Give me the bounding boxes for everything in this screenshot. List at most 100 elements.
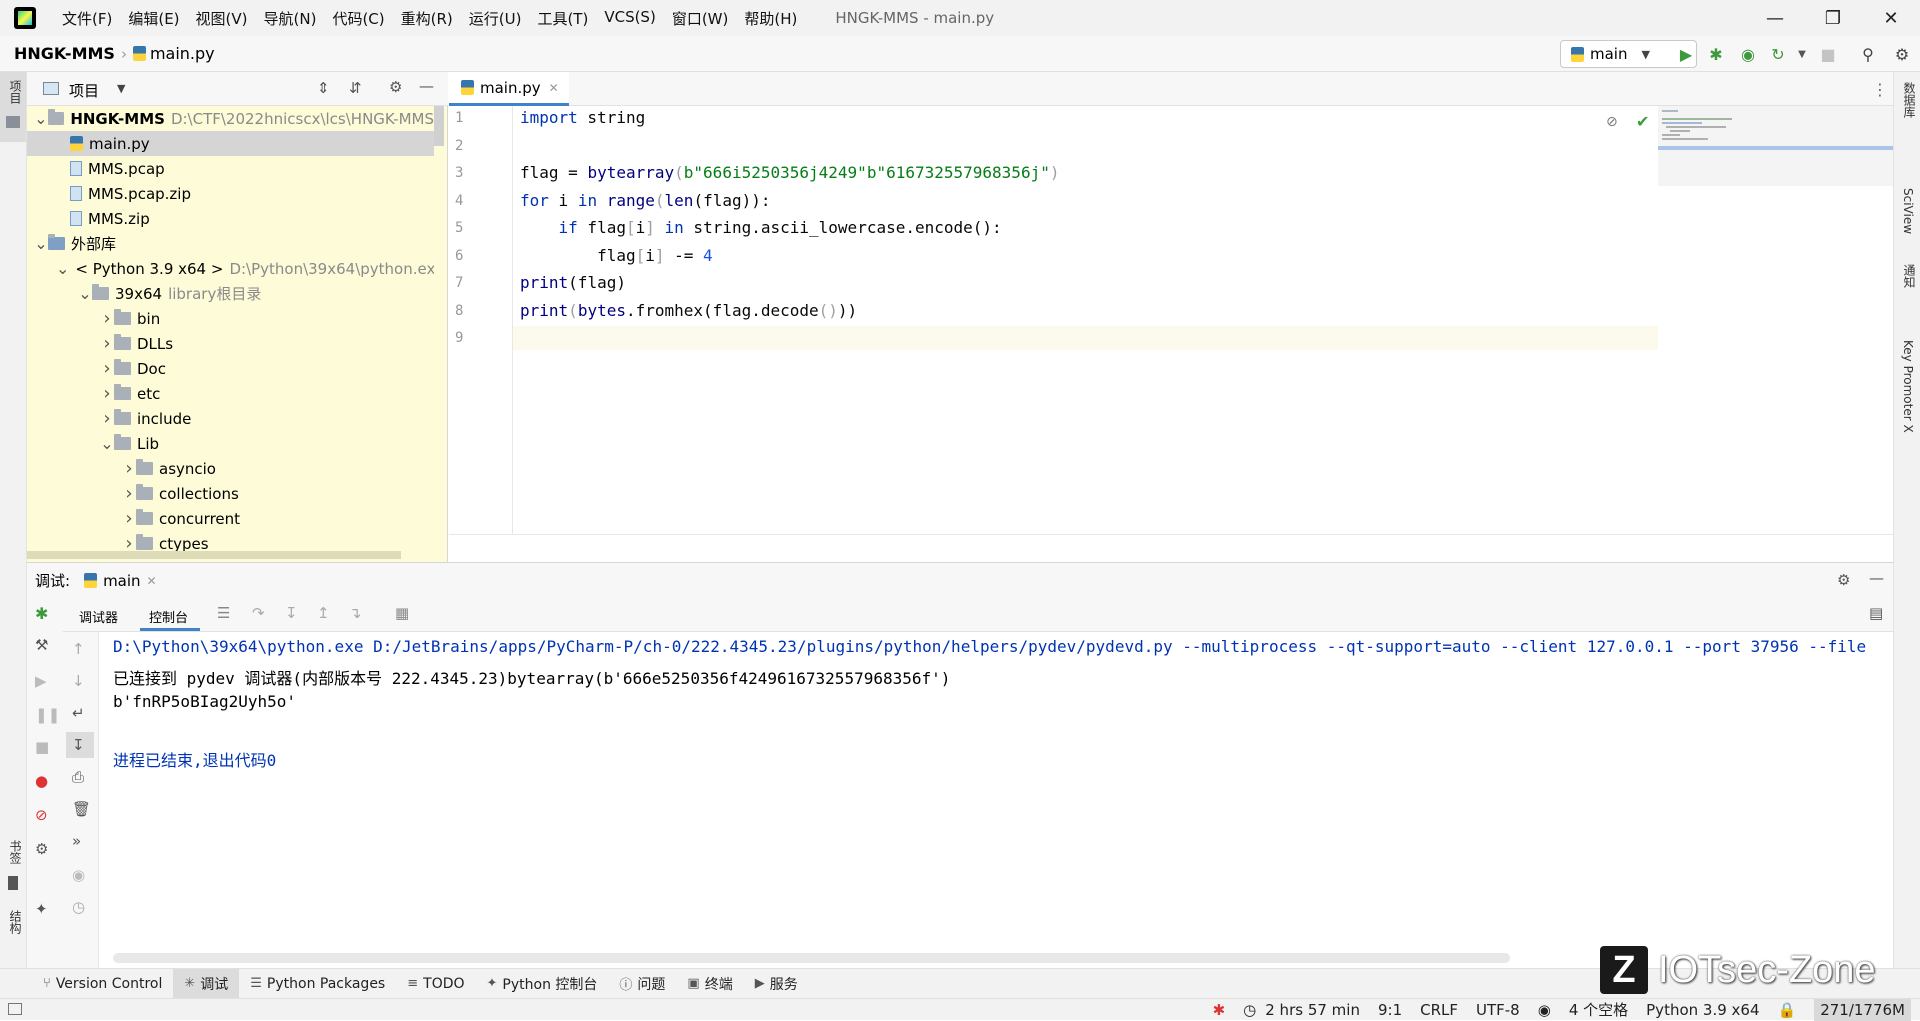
tool-tab[interactable]: ▶ 服务 (744, 969, 809, 999)
scroll-up-icon[interactable]: ↑ (72, 640, 85, 658)
wakatime-icon[interactable]: ◷ (1243, 1001, 1256, 1019)
debug-run-tab[interactable]: main (103, 572, 140, 590)
breadcrumb-file[interactable]: main.py (150, 44, 215, 63)
show-command-line-icon[interactable]: » (72, 832, 81, 850)
code-line[interactable]: print(flag) (520, 273, 626, 292)
tool-tab[interactable]: ⓘ 问题 (608, 969, 676, 999)
tree-item[interactable]: › DLLs (100, 331, 173, 356)
editor-menu-icon[interactable]: ⋮ (1872, 80, 1888, 99)
soft-wrap-icon[interactable]: ↵ (72, 704, 85, 722)
step-into-icon[interactable]: ↧ (285, 604, 298, 622)
menu-item[interactable]: 工具(T) (529, 8, 596, 29)
notifications-tool-label[interactable]: 通知 (1901, 264, 1918, 288)
more-run-chevron-icon[interactable]: ▼ (1792, 44, 1812, 64)
tree-hscrollbar[interactable] (27, 551, 401, 559)
resume-icon[interactable]: ▶ (35, 672, 47, 690)
stop-icon[interactable]: ■ (1818, 44, 1838, 64)
tree-item[interactable]: ⌄ 外部库 (34, 231, 116, 256)
debug-settings-icon[interactable]: ⚙ (35, 840, 48, 858)
run-icon[interactable]: ▶ (1676, 44, 1696, 64)
tool-tab[interactable]: ✳ 调试 (173, 968, 240, 999)
minimize-button[interactable]: — (1746, 0, 1804, 36)
close-button[interactable]: ✕ (1862, 0, 1920, 36)
status-time[interactable]: 2 hrs 57 min (1265, 1001, 1360, 1019)
print-icon[interactable]: ⎙ (72, 768, 84, 786)
restore-button[interactable]: ❐ (1804, 0, 1862, 36)
expand-all-icon[interactable]: ⇕ (317, 79, 330, 97)
structure-tool-button[interactable]: 结构 (0, 902, 26, 972)
rerun-debug-icon[interactable]: ✱ (35, 604, 48, 623)
hide-debug-panel-icon[interactable]: — (1869, 569, 1884, 587)
chevron-down-icon[interactable]: ⌄ (34, 109, 48, 128)
tree-item[interactable]: ⌄ Lib (100, 431, 159, 456)
pin-tab-icon[interactable]: ✦ (35, 900, 48, 918)
chevron-down-icon[interactable]: ⌄ (56, 259, 69, 278)
tree-item[interactable]: ⌄ 39x64 library根目录 (78, 281, 261, 306)
tool-tab[interactable]: ▣ 终端 (676, 969, 743, 999)
database-tool-label[interactable]: 数据库 (1901, 82, 1918, 118)
reader-mode-eye-icon[interactable]: ⊘ (1606, 114, 1618, 130)
lock-icon[interactable]: 🔒 (1778, 1001, 1797, 1019)
tree-item[interactable]: MMS.zip (56, 206, 150, 231)
memory-indicator[interactable]: 271/1776M (1814, 998, 1911, 1021)
collapse-all-icon[interactable]: ⇵ (349, 79, 362, 97)
view-breakpoints-icon[interactable]: ● (35, 772, 48, 790)
menu-item[interactable]: 窗口(W) (664, 8, 737, 29)
tree-item[interactable]: › concurrent (122, 506, 240, 531)
chevron-down-icon[interactable]: ⌄ (78, 284, 92, 303)
toggle-tool-windows-icon[interactable] (8, 1003, 22, 1015)
menu-item[interactable]: 文件(F) (54, 8, 120, 29)
pause-icon[interactable]: ❚❚ (35, 706, 60, 724)
project-tool-button[interactable]: 项目 (0, 72, 26, 142)
status-interpreter[interactable]: Python 3.9 x64 (1646, 1001, 1759, 1019)
menu-item[interactable]: 代码(C) (324, 8, 392, 29)
chevron-right-icon[interactable]: › (100, 333, 114, 354)
tree-item[interactable]: › etc (100, 381, 160, 406)
inspection-ok-check-icon[interactable]: ✔ (1636, 112, 1649, 131)
coverage-icon[interactable]: ◉ (1738, 44, 1758, 64)
debug-settings-gear-icon[interactable]: ⚙ (1837, 571, 1850, 589)
tree-item[interactable]: MMS.pcap (56, 156, 165, 181)
chevron-down-icon[interactable]: ⌄ (100, 434, 114, 453)
frames-list-icon[interactable]: ☰ (217, 604, 230, 622)
debug-icon[interactable]: ✱ (1706, 44, 1726, 64)
console-hscrollbar[interactable] (113, 953, 1510, 963)
settings-gear-icon[interactable]: ⚙ (1892, 44, 1912, 64)
evaluate-icon[interactable]: ▦ (395, 604, 409, 622)
close-run-tab-icon[interactable]: ✕ (147, 574, 157, 588)
tool-tab[interactable]: ✦ Python 控制台 (476, 969, 609, 999)
menu-item[interactable]: 重构(R) (393, 8, 461, 29)
chevron-right-icon[interactable]: › (122, 483, 136, 504)
status-caret-position[interactable]: 9:1 (1378, 1001, 1402, 1019)
status-encoding[interactable]: UTF-8 (1476, 1001, 1520, 1019)
view-dropdown-chevron-icon[interactable]: ▼ (117, 82, 125, 95)
step-out-icon[interactable]: ↥ (317, 604, 330, 622)
chevron-right-icon[interactable]: › (100, 308, 114, 329)
tree-item[interactable]: › asyncio (122, 456, 216, 481)
breadcrumb-project[interactable]: HNGK-MMS (14, 44, 115, 63)
code-line[interactable]: flag[i] -= 4 (520, 246, 713, 265)
chevron-right-icon[interactable]: › (100, 383, 114, 404)
history-clock-icon[interactable]: ◷ (72, 898, 85, 916)
tool-tab[interactable]: ⑂ Version Control (32, 969, 173, 999)
code-line[interactable]: if flag[i] in string.ascii_lowercase.enc… (520, 218, 1002, 237)
status-indent[interactable]: 4 个空格 (1569, 999, 1628, 1020)
editor-tab-main-py[interactable]: main.py ✕ (449, 72, 569, 106)
menu-item[interactable]: 导航(N) (256, 8, 325, 29)
scroll-to-end-icon[interactable]: ↧ (72, 736, 85, 754)
run-to-cursor-icon[interactable]: ↴ (349, 604, 362, 622)
tree-item[interactable]: ⌄ HNGK-MMS D:\CTF\2022hnicscx\lcs\HNGK-MMS (34, 106, 434, 131)
chevron-right-icon[interactable]: › (122, 508, 136, 529)
mute-breakpoints-icon[interactable]: ⊘ (35, 806, 48, 824)
chevron-right-icon[interactable]: › (122, 458, 136, 479)
python-prompt-icon[interactable]: ◉ (72, 866, 85, 884)
hide-panel-icon[interactable]: — (419, 77, 434, 95)
tree-item[interactable]: main.py (27, 131, 434, 156)
status-line-separator[interactable]: CRLF (1420, 1001, 1458, 1019)
panel-options-gear-icon[interactable]: ⚙ (389, 78, 402, 96)
tab-debugger[interactable]: 调试器 (79, 607, 118, 626)
bookmarks-tool-button[interactable]: 书签 (0, 832, 26, 902)
tree-item[interactable]: › collections (122, 481, 238, 506)
menu-item[interactable]: 视图(V) (188, 8, 256, 29)
menu-item[interactable]: 编辑(E) (120, 8, 187, 29)
